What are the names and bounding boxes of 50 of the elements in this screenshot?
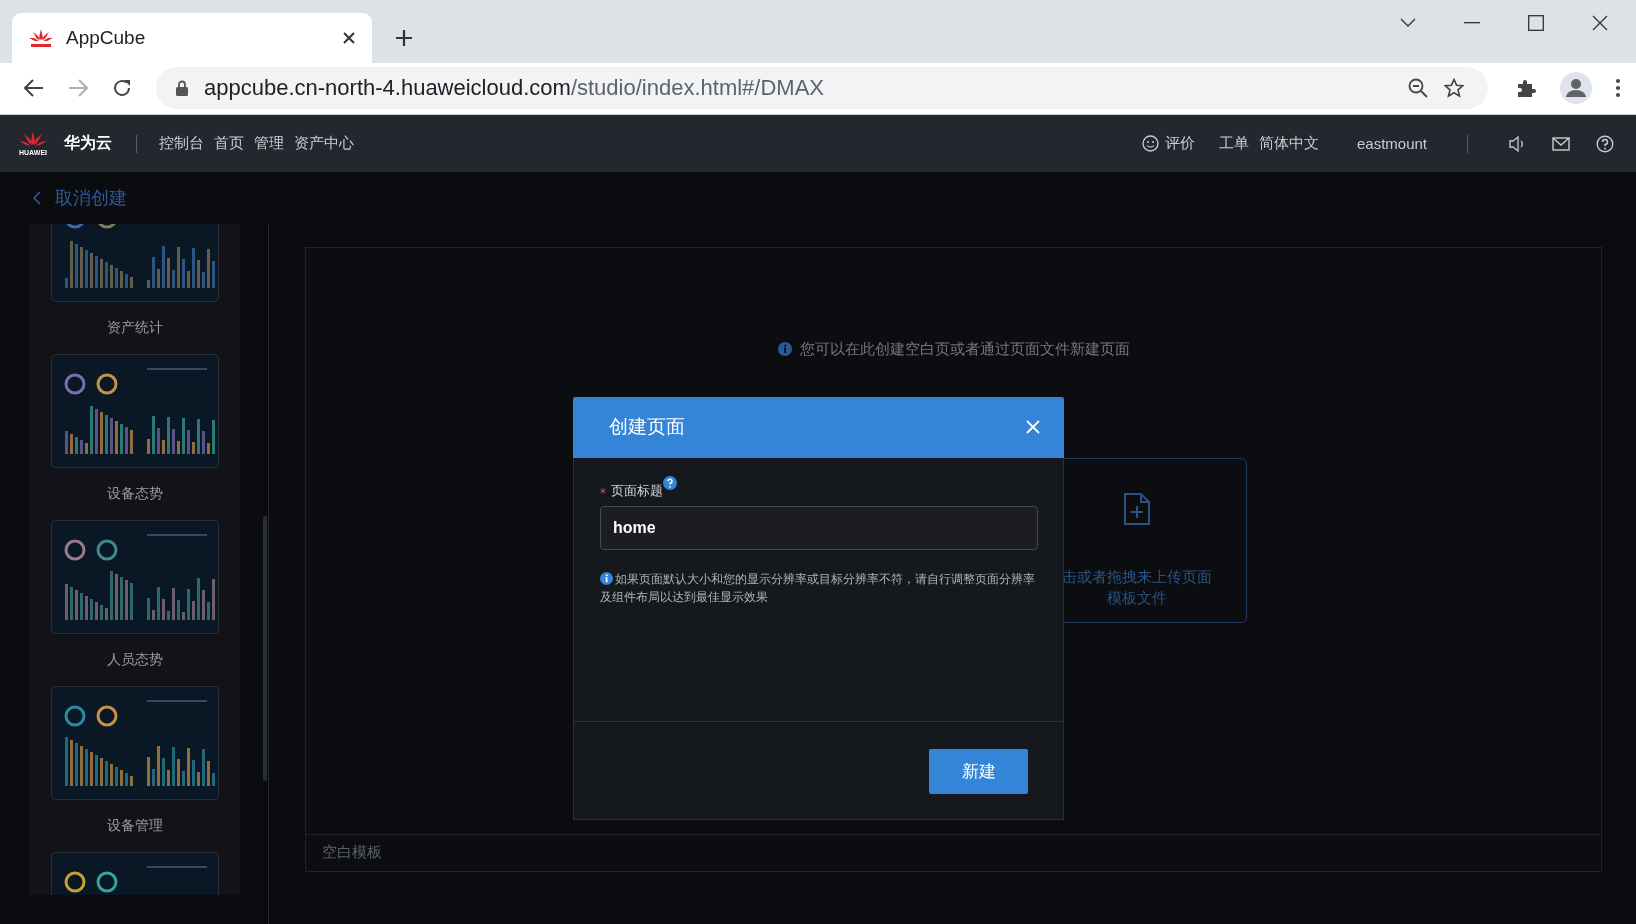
help-icon[interactable] [1596,134,1614,153]
speaker-icon[interactable] [1508,134,1526,153]
reload-icon[interactable] [112,78,132,99]
tab-title: AppCube [66,26,147,49]
upload-text: 击或者拖拽来上传页面 [1061,567,1212,588]
nav-link[interactable]: 资产中心 [294,134,354,154]
create-button[interactable]: 新建 [929,749,1028,794]
plus-icon[interactable] [394,27,414,48]
minimize-icon[interactable] [1464,22,1480,24]
nav-link[interactable]: 首页 [214,134,244,154]
brand-name[interactable]: 华为云 [64,133,112,155]
info-icon [600,572,613,585]
browser-tab[interactable]: AppCube [12,12,372,63]
lock-icon [176,80,188,97]
field-label: 页面标题 [611,482,663,500]
close-icon[interactable] [1592,15,1608,31]
dialog-title: 创建页面 [609,414,685,440]
chevron-left-icon [32,191,41,205]
template-name: 人员态势 [105,650,164,669]
mail-icon[interactable] [1552,136,1570,151]
info-icon [777,342,792,357]
template-name: 设备态势 [105,484,164,503]
dashboard-preview-drawing[interactable] [50,520,219,634]
required-mark: * [600,486,606,500]
template-name: 设备管理 [105,816,164,835]
maximize-icon[interactable] [1528,15,1544,31]
puzzle-icon[interactable] [1516,78,1536,99]
title-input[interactable]: home [600,506,1038,550]
zoom-out-icon[interactable] [1408,78,1428,99]
username-link[interactable]: eastmount [1356,135,1427,153]
more-menu-icon[interactable] [1616,79,1620,98]
file-plus-icon [1123,493,1150,525]
chevron-down-icon[interactable] [1400,18,1416,28]
star-icon[interactable] [1444,78,1464,99]
nav-link[interactable]: 控制台 [159,134,204,154]
back-arrow-icon[interactable] [24,79,44,98]
smiley-icon [1141,135,1159,153]
feedback-link[interactable]: 评价 [1141,134,1195,154]
ticket-link[interactable]: 工单 [1218,134,1249,154]
dashboard-preview-drawing[interactable] [50,686,219,800]
profile-avatar-icon[interactable] [1560,72,1592,105]
close-icon[interactable] [342,30,356,45]
upload-text: 模板文件 [1106,588,1167,609]
template-name: 资产统计 [105,318,164,337]
dashboard-preview-drawing[interactable] [50,354,219,468]
info-text: 您可以在此创建空白页或者通过页面文件新建页面 [799,340,1130,359]
language-link[interactable]: 简体中文 [1258,134,1319,154]
help-icon[interactable] [663,476,677,490]
template-label: 空白模板 [322,843,382,863]
nav-link[interactable]: 管理 [254,134,284,154]
